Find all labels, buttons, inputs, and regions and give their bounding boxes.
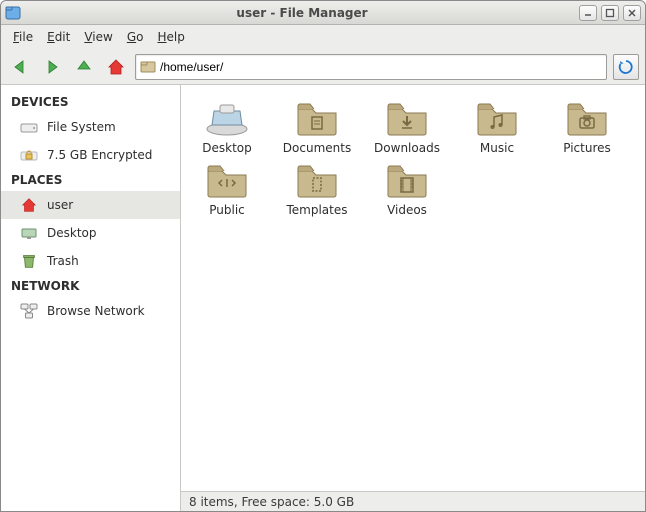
toolbar [1, 49, 645, 85]
app-icon [5, 5, 21, 21]
window-title: user - File Manager [25, 6, 579, 20]
file-label: Downloads [374, 141, 440, 155]
sidebar-header-network: NETWORK [1, 275, 180, 297]
minimize-button[interactable] [579, 5, 597, 21]
back-button[interactable] [7, 54, 33, 80]
file-item-music[interactable]: Music [461, 97, 533, 155]
titlebar: user - File Manager [1, 1, 645, 25]
file-label: Templates [286, 203, 347, 217]
sidebar-label: Desktop [47, 226, 97, 240]
file-item-documents[interactable]: Documents [281, 97, 353, 155]
templates-folder-icon [292, 159, 342, 201]
drive-icon [19, 117, 39, 137]
sidebar-item-user[interactable]: user [1, 191, 180, 219]
icon-view[interactable]: Desktop Documents Downloads [181, 85, 645, 491]
sidebar-label: Browse Network [47, 304, 145, 318]
sidebar-item-trash[interactable]: Trash [1, 247, 180, 275]
sidebar-item-desktop[interactable]: Desktop [1, 219, 180, 247]
music-folder-icon [472, 97, 522, 139]
sidebar-header-places: PLACES [1, 169, 180, 191]
file-item-desktop[interactable]: Desktop [191, 97, 263, 155]
file-item-public[interactable]: Public [191, 159, 263, 217]
sidebar-label: user [47, 198, 73, 212]
path-box [135, 54, 607, 80]
menubar: File Edit View Go Help [1, 25, 645, 49]
sidebar-item-encrypted[interactable]: 7.5 GB Encrypted [1, 141, 180, 169]
path-input[interactable] [160, 60, 602, 74]
file-label: Music [480, 141, 514, 155]
file-label: Documents [283, 141, 351, 155]
desktop-icon [19, 223, 39, 243]
menu-file[interactable]: File [7, 28, 39, 46]
file-label: Videos [387, 203, 427, 217]
sidebar-item-browse-network[interactable]: Browse Network [1, 297, 180, 325]
statusbar: 8 items, Free space: 5.0 GB [181, 491, 645, 511]
status-text: 8 items, Free space: 5.0 GB [189, 495, 354, 509]
sidebar-header-devices: DEVICES [1, 91, 180, 113]
trash-icon [19, 251, 39, 271]
maximize-button[interactable] [601, 5, 619, 21]
folder-open-icon [140, 59, 156, 75]
network-icon [19, 301, 39, 321]
file-item-videos[interactable]: Videos [371, 159, 443, 217]
file-item-downloads[interactable]: Downloads [371, 97, 443, 155]
file-label: Pictures [563, 141, 611, 155]
videos-folder-icon [382, 159, 432, 201]
menu-help[interactable]: Help [151, 28, 190, 46]
refresh-button[interactable] [613, 54, 639, 80]
encrypted-drive-icon [19, 145, 39, 165]
sidebar-label: File System [47, 120, 116, 134]
public-folder-icon [202, 159, 252, 201]
file-item-templates[interactable]: Templates [281, 159, 353, 217]
downloads-folder-icon [382, 97, 432, 139]
file-label: Public [209, 203, 245, 217]
home-icon [19, 195, 39, 215]
sidebar-label: 7.5 GB Encrypted [47, 148, 152, 162]
close-button[interactable] [623, 5, 641, 21]
content-area: Desktop Documents Downloads [181, 85, 645, 511]
forward-button[interactable] [39, 54, 65, 80]
home-button[interactable] [103, 54, 129, 80]
menu-edit[interactable]: Edit [41, 28, 76, 46]
sidebar: DEVICES File System 7.5 GB Encrypted PLA… [1, 85, 181, 511]
file-item-pictures[interactable]: Pictures [551, 97, 623, 155]
up-button[interactable] [71, 54, 97, 80]
sidebar-item-filesystem[interactable]: File System [1, 113, 180, 141]
sidebar-label: Trash [47, 254, 79, 268]
file-label: Desktop [202, 141, 252, 155]
documents-folder-icon [292, 97, 342, 139]
menu-go[interactable]: Go [121, 28, 150, 46]
desktop-folder-icon [202, 97, 252, 139]
menu-view[interactable]: View [78, 28, 118, 46]
pictures-folder-icon [562, 97, 612, 139]
